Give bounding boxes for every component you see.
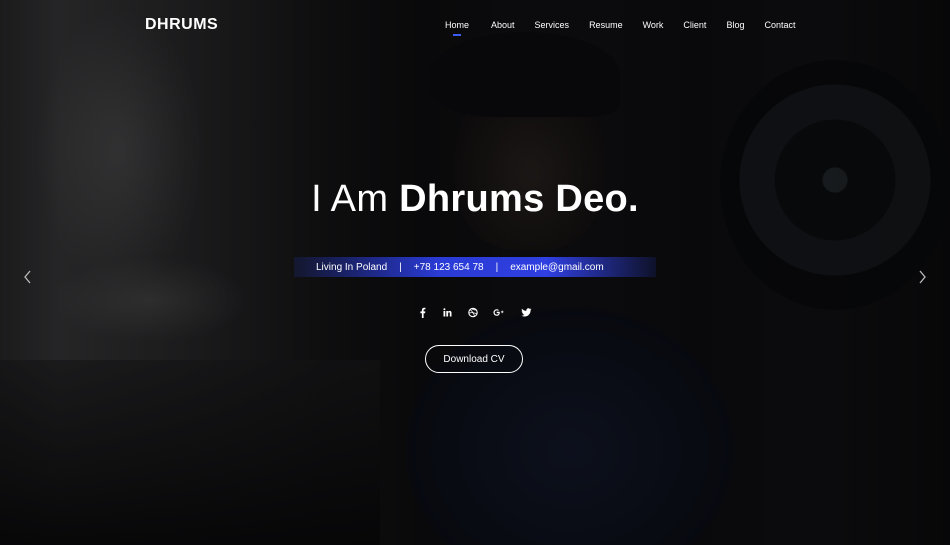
nav-home[interactable]: Home xyxy=(445,20,469,36)
chevron-left-icon[interactable] xyxy=(22,270,34,284)
hero-name: Dhrums Deo. xyxy=(399,178,639,220)
nav-client[interactable]: Client xyxy=(683,20,706,30)
nav-contact[interactable]: Contact xyxy=(764,20,795,30)
nav-resume[interactable]: Resume xyxy=(589,20,623,30)
site-logo[interactable]: DHRUMS xyxy=(145,16,218,34)
chevron-right-icon[interactable] xyxy=(916,270,928,284)
twitter-icon[interactable] xyxy=(521,307,532,318)
nav-services[interactable]: Services xyxy=(535,20,570,30)
nav-blog[interactable]: Blog xyxy=(726,20,744,30)
dribbble-icon[interactable] xyxy=(468,307,478,318)
contact-info-bar: Living In Poland | +78 123 654 78 | exam… xyxy=(294,257,656,277)
main-nav: Home About Services Resume Work Client B… xyxy=(445,20,795,36)
top-navbar: DHRUMS Home About Services Resume Work C… xyxy=(0,0,950,55)
location-text: Living In Poland xyxy=(316,261,388,273)
facebook-icon[interactable] xyxy=(418,307,427,318)
nav-about[interactable]: About xyxy=(491,20,515,30)
info-separator: | xyxy=(399,261,402,273)
hero-headline: I Am Dhrums Deo. xyxy=(0,178,950,221)
nav-work[interactable]: Work xyxy=(643,20,664,30)
hero-greeting: I Am xyxy=(311,178,389,220)
social-links xyxy=(0,307,950,318)
google-plus-icon[interactable] xyxy=(493,307,505,318)
download-cv-button[interactable]: Download CV xyxy=(425,345,523,373)
linkedin-icon[interactable] xyxy=(443,307,452,318)
phone-text[interactable]: +78 123 654 78 xyxy=(414,262,484,273)
info-separator: | xyxy=(495,261,499,273)
email-text[interactable]: example@gmail.com xyxy=(510,262,604,273)
